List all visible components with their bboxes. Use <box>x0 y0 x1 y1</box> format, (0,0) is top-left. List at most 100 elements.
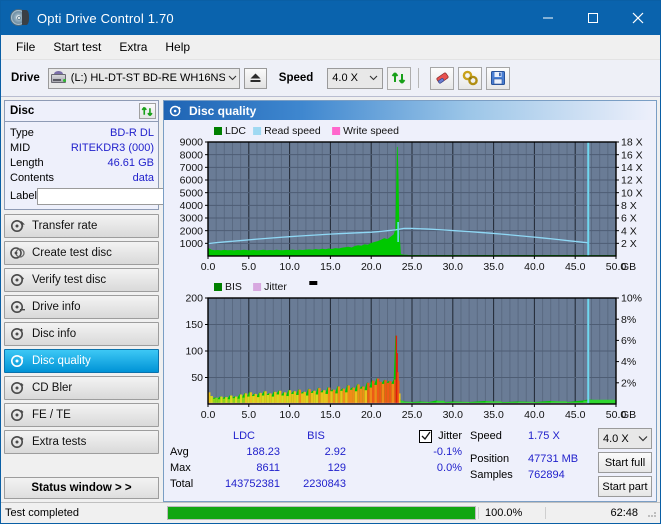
svg-text:15.0: 15.0 <box>320 261 341 273</box>
action-column: 4.0 X Start full Start part <box>598 428 656 501</box>
test-speed-select[interactable]: 4.0 X <box>598 428 652 449</box>
svg-text:45.0: 45.0 <box>565 261 586 273</box>
disc-info-box: Disc Type BD-R DL MID RITEKDR3 (000) Len… <box>4 100 239 210</box>
erase-button[interactable] <box>430 66 455 90</box>
svg-text:30.0: 30.0 <box>443 261 464 273</box>
toolbar-separator <box>418 68 420 88</box>
disc-row-length-value: 46.61 GB <box>107 156 154 169</box>
svg-text:5000: 5000 <box>180 187 204 199</box>
ldc-chart[interactable]: LDC Read speed Write speed 1000 2000 3000 4000… <box>164 120 656 276</box>
svg-text:10.0: 10.0 <box>279 409 300 421</box>
sidebar-item-cd-bler[interactable]: CD Bler <box>4 376 159 400</box>
sidebar-item-verify-test-disc-label: Verify test disc <box>32 274 107 286</box>
tools-icon <box>462 70 478 86</box>
start-part-button[interactable]: Start part <box>598 476 652 497</box>
svg-text:GB: GB <box>621 261 636 273</box>
sidebar-item-create-test-disc-label: Create test disc <box>32 247 112 259</box>
disc-row-contents-value: data <box>132 171 154 184</box>
sidebar-item-disc-info[interactable]: Disc info <box>4 322 159 346</box>
svg-text:0.0: 0.0 <box>201 409 216 421</box>
svg-text:150: 150 <box>185 319 203 331</box>
sidebar-item-fe-te[interactable]: FE / TE <box>4 403 159 427</box>
start-full-button[interactable]: Start full <box>598 452 652 473</box>
disc-row-type-value: BD-R DL <box>109 126 154 139</box>
svg-text:12 X: 12 X <box>621 175 643 187</box>
stats-corner <box>164 428 208 444</box>
speed-label: Speed <box>278 72 314 84</box>
close-button[interactable] <box>615 1 660 35</box>
samples-value: 762894 <box>528 469 565 481</box>
samples-row: Samples 762894 <box>470 467 598 483</box>
save-button[interactable] <box>486 66 511 90</box>
sidebar-item-verify-test-disc[interactable]: Verify test disc <box>4 268 159 292</box>
menu-start-test[interactable]: Start test <box>44 37 110 57</box>
panel-header: Disc quality <box>164 101 656 120</box>
svg-text:25.0: 25.0 <box>402 261 423 273</box>
samples-key: Samples <box>470 469 513 481</box>
status-window-button[interactable]: Status window > > <box>4 477 159 499</box>
svg-text:14 X: 14 X <box>621 162 643 174</box>
sidebar-item-extra-tests[interactable]: Extra tests <box>4 430 159 454</box>
stats-table: LDC BIS Avg 188.23 2.92 Max 8611 129 Tot… <box>164 428 352 501</box>
position-row: Position 47731 MB <box>470 451 598 467</box>
svg-text:6000: 6000 <box>180 175 204 187</box>
sidebar-item-disc-info-label: Disc info <box>32 328 77 340</box>
sidebar-item-create-test-disc[interactable]: Create test disc <box>4 241 159 265</box>
refresh-button[interactable] <box>387 66 412 90</box>
disc-row-contents: Contents data <box>10 170 154 185</box>
resize-grip-icon[interactable] <box>646 507 658 519</box>
svg-text:100: 100 <box>185 346 203 358</box>
speed-select[interactable]: 4.0 X <box>327 67 384 89</box>
bis-chart[interactable]: BIS Jitter 50 100 150 200 2% 4% 6% 8% 10% 0.0 5.0 10.… <box>164 276 656 424</box>
svg-text:10.0: 10.0 <box>279 261 300 273</box>
jitter-checkbox[interactable] <box>419 429 433 443</box>
progress-bar <box>167 506 476 520</box>
stats-row-avg-label: Avg <box>170 446 189 458</box>
disc-info-icon <box>10 326 26 342</box>
stats-row-total-label: Total <box>170 478 194 490</box>
svg-text:20.0: 20.0 <box>361 409 382 421</box>
disc-quality-icon <box>10 353 26 369</box>
drive-label: Drive <box>11 72 40 84</box>
eject-button[interactable] <box>243 67 267 89</box>
tools-button[interactable] <box>458 66 483 90</box>
svg-text:20.0: 20.0 <box>361 261 382 273</box>
disc-verify-icon <box>10 272 26 288</box>
drive-select-value: (L:) HL-DT-ST BD-RE WH16NS58 TST4 <box>70 72 226 84</box>
disc-refresh-button[interactable] <box>139 103 156 119</box>
left-panel: Disc Type BD-R DL MID RITEKDR3 (000) Len… <box>4 100 239 502</box>
disc-fete-icon <box>10 407 26 423</box>
stats-row-avg-ldc: 188.23 <box>246 446 280 458</box>
disc-quality-icon <box>169 105 181 116</box>
menu-help[interactable]: Help <box>156 37 199 57</box>
svg-text:8000: 8000 <box>180 149 204 161</box>
svg-text:6 X: 6 X <box>621 213 637 225</box>
svg-text:15.0: 15.0 <box>320 409 341 421</box>
menu-extra[interactable]: Extra <box>110 37 156 57</box>
stats-row-max-ldc: 8611 <box>256 462 280 474</box>
disc-row-type-key: Type <box>10 126 34 139</box>
test-speed-value: 4.0 X <box>603 432 629 445</box>
svg-text:Write speed: Write speed <box>343 125 399 137</box>
svg-text:16 X: 16 X <box>621 149 643 161</box>
status-message: Test completed <box>5 507 79 519</box>
menu-file[interactable]: File <box>7 37 44 57</box>
jitter-max-value: 0.0% <box>436 462 462 474</box>
svg-text:40.0: 40.0 <box>524 261 545 273</box>
maximize-button[interactable] <box>570 1 615 35</box>
speed-value: 1.75 X <box>528 430 560 442</box>
sidebar-item-extra-tests-label: Extra tests <box>32 436 87 448</box>
jitter-label: Jitter <box>438 430 462 442</box>
speed-key: Speed <box>470 430 502 442</box>
sidebar-item-drive-info[interactable]: Drive info <box>4 295 159 319</box>
sidebar-item-disc-quality[interactable]: Disc quality <box>4 349 159 373</box>
svg-text:9000: 9000 <box>180 137 204 149</box>
save-icon <box>491 71 506 85</box>
stats-row-total-ldc: 143752381 <box>224 478 280 490</box>
minimize-button[interactable] <box>525 1 570 35</box>
svg-text:35.0: 35.0 <box>483 409 504 421</box>
sidebar-item-fe-te-label: FE / TE <box>32 409 71 421</box>
drive-select[interactable]: (L:) HL-DT-ST BD-RE WH16NS58 TST4 <box>47 67 240 89</box>
sidebar-item-transfer-rate[interactable]: Transfer rate <box>4 214 159 238</box>
position-key: Position <box>470 453 510 465</box>
